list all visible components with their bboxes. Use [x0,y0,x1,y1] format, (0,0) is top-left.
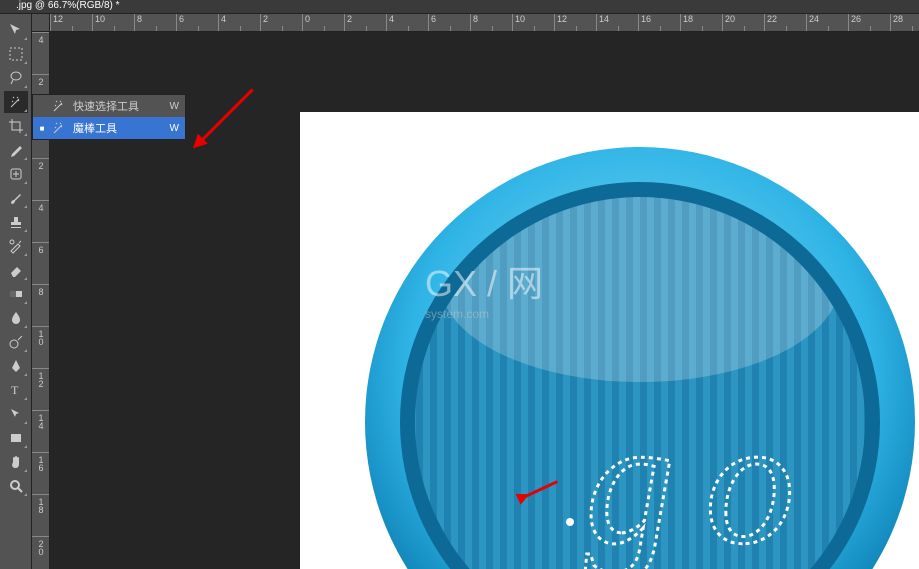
ruler-tick: 16 [32,452,49,494]
ruler-tick: 2 [32,158,49,200]
ruler-tick: 12 [32,368,49,410]
ruler-tick: 16 [638,14,680,31]
svg-text:T: T [11,383,19,397]
lasso-tool[interactable] [4,67,28,89]
ruler-tick: 20 [32,536,49,569]
selected-indicator: ■ [39,124,45,133]
magic-wand-flyout: 快速选择工具 W ■ 魔棒工具 W [32,94,186,140]
move-tool[interactable] [4,19,28,41]
ruler-tick: 4 [32,200,49,242]
ruler-tick: 22 [764,14,806,31]
ruler-tick: 26 [848,14,890,31]
ruler-origin[interactable] [32,14,50,32]
eyedropper-tool[interactable] [4,139,28,161]
ruler-horizontal[interactable]: 12108642024681012141618202224262830 [50,14,919,32]
ruler-tick: 10 [32,326,49,368]
crop-tool[interactable] [4,115,28,137]
ruler-tick: 8 [32,284,49,326]
ruler-tick: 4 [218,14,260,31]
hand-tool[interactable] [4,451,28,473]
ruler-tick: 12 [554,14,596,31]
ruler-tick: 8 [470,14,512,31]
svg-text:g: g [585,382,675,569]
ruler-tick: 4 [386,14,428,31]
ruler-tick: 4 [32,32,49,74]
ruler-tick: 6 [176,14,218,31]
document-tab[interactable]: .jpg @ 66.7%(RGB/8) * [10,0,126,13]
zoom-tool[interactable] [4,475,28,497]
ruler-tick: 10 [92,14,134,31]
flyout-item-quick-select-icon[interactable]: 快速选择工具 W [33,95,185,117]
ruler-tick: 8 [134,14,176,31]
ruler-tick: 28 [890,14,919,31]
flyout-label: 魔棒工具 [73,120,164,136]
ruler-tick: 20 [722,14,764,31]
dodge-tool[interactable] [4,331,28,353]
ruler-tick: 2 [260,14,302,31]
ruler-tick: 18 [32,494,49,536]
type-tool[interactable]: T [4,379,28,401]
flyout-label: 快速选择工具 [73,98,164,114]
tools-panel: T [0,14,32,569]
flyout-shortcut: W [170,101,179,112]
ruler-tick: 6 [32,242,49,284]
rectangle-tool[interactable] [4,427,28,449]
badge-graphic: g o [360,142,919,569]
blur-tool[interactable] [4,307,28,329]
quick-select-icon [51,98,67,114]
history-brush-tool[interactable] [4,235,28,257]
stamp-tool[interactable] [4,211,28,233]
ruler-tick: 14 [596,14,638,31]
marquee-tool[interactable] [4,43,28,65]
flyout-item-magic-wand-icon[interactable]: ■ 魔棒工具 W [33,117,185,139]
path-select-tool[interactable] [4,403,28,425]
ruler-tick: 14 [32,410,49,452]
pen-tool[interactable] [4,355,28,377]
ruler-tick: 18 [680,14,722,31]
magic-wand-tool[interactable] [4,91,28,113]
ruler-tick: 10 [512,14,554,31]
ruler-tick: 2 [344,14,386,31]
brush-tool[interactable] [4,187,28,209]
patch-tool[interactable] [4,163,28,185]
ruler-tick: 24 [806,14,848,31]
ruler-tick: 0 [302,14,344,31]
eraser-tool[interactable] [4,259,28,281]
ruler-tick: 12 [50,14,92,31]
ruler-tick: 6 [428,14,470,31]
svg-text:o: o [705,382,795,569]
flyout-shortcut: W [170,123,179,134]
document-tab-bar: .jpg @ 66.7%(RGB/8) * [0,0,919,14]
gradient-tool[interactable] [4,283,28,305]
magic-wand-icon [51,120,67,136]
